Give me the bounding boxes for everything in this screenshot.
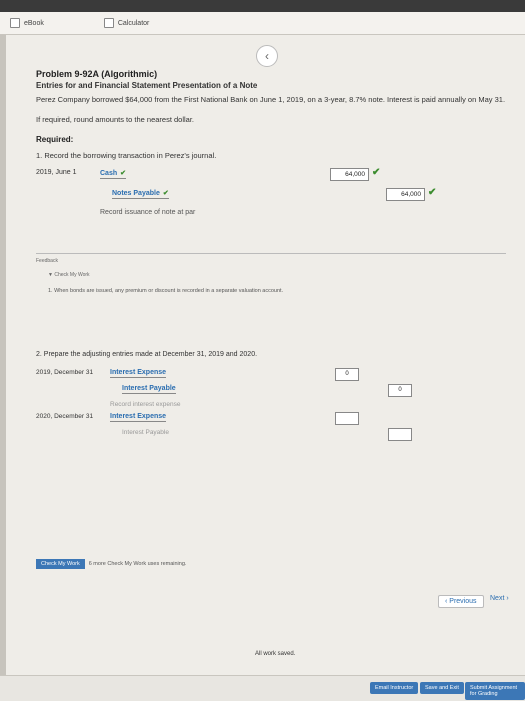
check-remaining-text: 6 more Check My Work uses remaining. [88,561,187,567]
q2-credit-account-2020-select[interactable]: Interest Payable [122,429,169,436]
check-icon: ✔ [120,170,126,177]
problem-statement: Perez Company borrowed $64,000 from the … [36,95,506,104]
book-icon [10,18,20,28]
feedback-text: 1. When bonds are issued, any premium or… [48,288,284,294]
ebook-label: eBook [24,19,44,27]
q1-debit-amount-input[interactable]: 64,000 [330,168,369,181]
check-my-work-button[interactable]: Check My Work [36,559,85,569]
chevron-right-icon: › [504,595,509,602]
q1-debit-account-select[interactable]: Cash ✔ [100,169,126,179]
q1-credit-amount-input[interactable]: 64,000 [386,188,425,201]
q2-credit-account-2019-select[interactable]: Interest Payable [122,385,176,394]
q2-date-2020: 2020, December 31 [36,413,94,420]
q2-credit-amount-2019-input[interactable]: 0 [388,384,412,397]
submit-assignment-button[interactable]: Submit Assignment for Grading [465,682,525,700]
q2-debit-amount-2020-input[interactable] [335,412,359,425]
previous-label: Previous [449,598,477,605]
calculator-label: Calculator [117,19,150,27]
calculator-button[interactable]: Calculator [103,18,150,28]
save-exit-button[interactable]: Save and Exit [420,682,464,694]
rounding-instruction: If required, round amounts to the neares… [36,115,195,124]
feedback-panel: Feedback ▼ Check My Work 1. When bonds a… [36,253,506,314]
toolbar: eBook Calculator [0,12,525,35]
footer-bar: Email Instructor Save and Exit Submit As… [0,675,525,701]
q2-credit-amount-2020-input[interactable] [388,428,412,441]
left-edge-bar [0,35,6,675]
question-2-prompt: 2. Prepare the adjusting entries made at… [36,351,258,358]
feedback-label: Feedback [36,258,58,264]
problem-content: ‹ Problem 9-92A (Algorithmic) Entries fo… [0,35,525,675]
window-top-bar [0,0,525,12]
q1-date: 2019, June 1 [36,169,77,176]
q2-debit-amount-2019-input[interactable]: 0 [335,368,359,381]
q2-debit-account-2020-select[interactable]: Interest Expense [110,413,167,422]
back-chevron-icon[interactable]: ‹ [256,45,278,67]
next-button[interactable]: Next › [490,595,509,602]
q1-description: Record issuance of note at par [100,209,196,216]
q1-credit-account-select[interactable]: Notes Payable ✔ [112,189,169,199]
email-instructor-button[interactable]: Email Instructor [370,682,419,694]
check-my-work-toggle[interactable]: ▼ Check My Work [48,272,90,278]
check-icon: ✔ [428,187,437,198]
check-icon: ✔ [162,190,169,197]
problem-subtitle: Entries for and Financial Statement Pres… [36,81,258,90]
q2-debit-account-2019-select[interactable]: Interest Expense [110,369,167,378]
q2-date-2019: 2019, December 31 [36,369,94,376]
question-1-prompt: 1. Record the borrowing transaction in P… [36,151,217,160]
q1-debit-account-label: Cash [100,170,118,177]
check-icon: ✔ [372,167,381,178]
save-status: All work saved. [255,651,296,657]
required-label: Required: [36,135,74,144]
q1-credit-account-label: Notes Payable [112,190,160,197]
q2-description-2019: Record interest expense [110,401,181,408]
problem-title: Problem 9-92A (Algorithmic) [36,69,158,79]
ebook-button[interactable]: eBook [10,18,44,28]
calculator-icon [103,18,114,28]
previous-button[interactable]: ‹ Previous [438,595,484,608]
check-work-row: Check My Work 6 more Check My Work uses … [36,559,186,569]
next-label: Next [490,595,505,602]
